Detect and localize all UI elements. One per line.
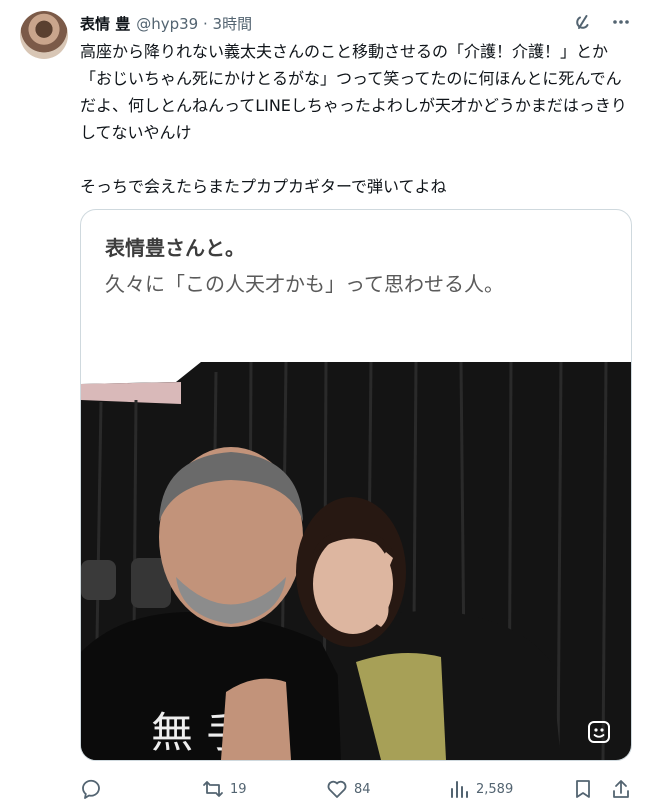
view-count: 2,589 xyxy=(476,781,514,797)
sticker-icon[interactable] xyxy=(585,718,613,746)
retweet-count: 19 xyxy=(230,781,247,797)
retweet-button[interactable]: 19 xyxy=(202,778,247,800)
reply-button[interactable] xyxy=(80,778,108,800)
more-icon[interactable] xyxy=(611,12,631,32)
views-icon xyxy=(448,778,470,800)
like-count: 84 xyxy=(354,781,371,797)
like-button[interactable]: 84 xyxy=(326,778,371,800)
action-bar: 19 84 2,589 xyxy=(80,776,632,802)
card-title: 表情豊さんと。 xyxy=(105,236,245,260)
media-card[interactable]: 表情豊さんと。 久々に「この人天才かも」って思わせる人。 無 手 xyxy=(80,209,632,761)
grok-icon[interactable] xyxy=(573,12,593,32)
bookmark-button[interactable] xyxy=(572,778,594,800)
share-icon xyxy=(610,778,632,800)
bookmark-icon xyxy=(572,778,594,800)
tweet-header: 表情 豊 @hyp39 · 3時間 xyxy=(80,12,252,34)
tweet-text: 高座から降りれない義太夫さんのこと移動させるの「介護！介護！」とか「おじいちゃん… xyxy=(80,42,627,196)
share-button[interactable] xyxy=(610,778,632,800)
header-icons xyxy=(573,12,631,32)
photo[interactable]: 無 手 xyxy=(81,362,631,760)
author-handle-time[interactable]: @hyp39 · 3時間 xyxy=(136,13,252,34)
reply-icon xyxy=(80,778,102,800)
author-name[interactable]: 表情 豊 xyxy=(80,13,130,34)
views-button[interactable]: 2,589 xyxy=(448,778,513,800)
retweet-icon xyxy=(202,778,224,800)
like-icon xyxy=(326,778,348,800)
card-subtitle: 久々に「この人天才かも」って思わせる人。 xyxy=(105,272,504,296)
avatar[interactable] xyxy=(20,11,68,59)
